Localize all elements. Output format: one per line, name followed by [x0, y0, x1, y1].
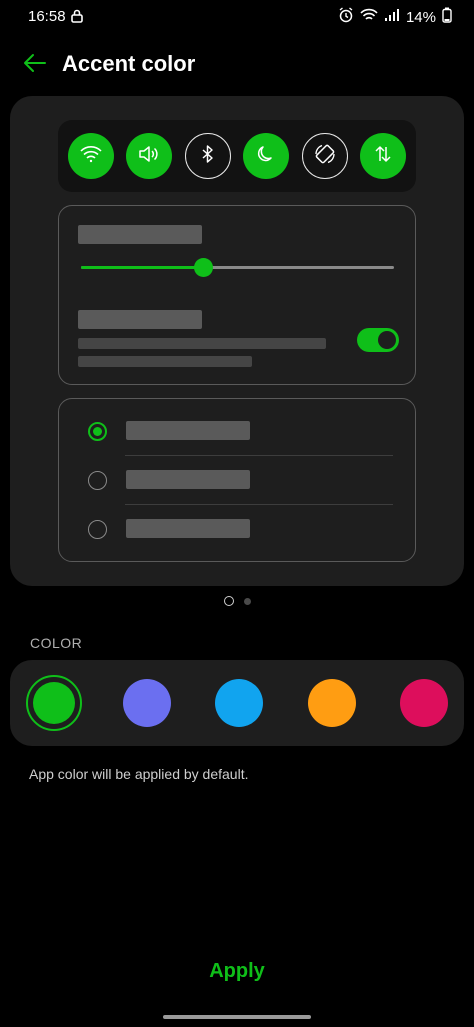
slider-thumb: [194, 258, 214, 277]
qs-tile-auto-rotate: [301, 133, 348, 179]
wifi-icon: [79, 144, 103, 169]
page-title: Accent color: [62, 51, 196, 76]
arrow-left-icon: [23, 53, 47, 78]
swatch-green[interactable]: [26, 675, 82, 731]
page-dot-active: [223, 596, 234, 606]
qs-tile-bluetooth: [184, 133, 231, 179]
qs-tile-sound: [126, 133, 173, 179]
divider: [125, 504, 393, 505]
battery-percent: 14%: [405, 9, 436, 26]
divider: [125, 455, 393, 456]
home-indicator[interactable]: [163, 1015, 311, 1019]
apply-button[interactable]: Apply: [0, 960, 474, 983]
placeholder-label: [126, 421, 250, 440]
qs-tile-wifi: [68, 133, 114, 179]
signal-icon: [384, 8, 400, 27]
swatch-fill: [307, 679, 356, 727]
page-indicator: [0, 596, 474, 606]
status-icons: 14%: [338, 7, 452, 28]
swatch-orange[interactable]: [304, 675, 360, 731]
page-dot: [243, 597, 251, 605]
lock-icon: [71, 9, 83, 28]
app-bar: Accent color: [0, 46, 474, 86]
swatch-blue[interactable]: [211, 675, 267, 731]
bluetooth-icon: [201, 144, 215, 169]
battery-icon: [442, 7, 452, 28]
radio-button: [88, 471, 107, 490]
swatch-pink[interactable]: [396, 675, 452, 731]
alarm-icon: [338, 7, 354, 28]
swatch-purple[interactable]: [119, 675, 175, 731]
placeholder-line: [78, 356, 252, 367]
swatch-fill: [122, 679, 171, 727]
quick-settings-preview: [58, 120, 416, 192]
data-transfer-icon: [373, 144, 393, 169]
swatch-fill: [215, 679, 263, 727]
qs-tile-mobile-data: [359, 133, 406, 179]
swatch-fill: [33, 682, 75, 724]
swatch-fill: [400, 679, 448, 727]
accent-preview-card[interactable]: [10, 96, 464, 586]
placeholder-line: [78, 338, 326, 349]
radio-button: [88, 422, 107, 441]
slider-fill: [81, 266, 204, 269]
section-label-color: COLOR: [30, 635, 83, 651]
placeholder-title: [78, 310, 202, 329]
radio-button: [88, 520, 107, 539]
preview-slider: [81, 258, 394, 277]
placeholder-title: [78, 225, 202, 244]
color-swatch-row: [10, 660, 464, 746]
hint-text: App color will be applied by default.: [29, 766, 249, 782]
slider-toggle-preview: [58, 205, 416, 385]
moon-icon: [256, 144, 276, 169]
placeholder-label: [126, 470, 250, 489]
toggle-knob: [378, 331, 396, 349]
back-button[interactable]: [20, 50, 50, 80]
radio-preview: [58, 398, 416, 562]
status-bar: 16:58 14%: [0, 0, 474, 32]
preview-toggle: [357, 328, 399, 352]
volume-icon: [138, 144, 160, 169]
qs-tile-night-mode: [243, 133, 290, 179]
status-time: 16:58: [28, 8, 66, 25]
auto-rotate-icon: [313, 142, 337, 171]
wifi-icon: [360, 8, 378, 27]
placeholder-label: [126, 519, 250, 538]
